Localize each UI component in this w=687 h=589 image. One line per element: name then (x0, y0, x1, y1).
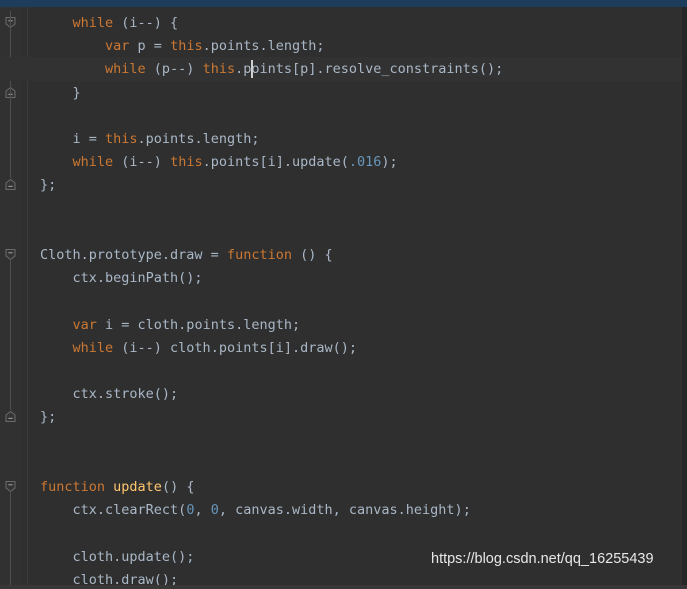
code-token: .points.length; (202, 38, 325, 55)
code-line[interactable]: while (i--) cloth.points[i].draw(); (0, 336, 682, 360)
code-line[interactable]: function update() { (0, 475, 682, 499)
editor-bottom-edge (0, 585, 687, 589)
code-token: .points.length; (137, 131, 260, 147)
code-line[interactable]: }; (0, 405, 682, 429)
code-line[interactable] (0, 359, 682, 383)
code-line-text: var i = cloth.points.length; (40, 313, 301, 337)
code-line-text: ctx.stroke(); (40, 382, 179, 406)
code-token: .016 (348, 154, 382, 171)
code-line[interactable] (0, 220, 682, 244)
code-token: (i--) { (113, 15, 179, 31)
text-caret (251, 60, 254, 79)
code-token: var (105, 38, 130, 55)
code-line-text: function update() { (40, 475, 194, 499)
code-line-text: while (i--) this.points[i].update(.016); (40, 150, 398, 174)
code-token: this (170, 38, 203, 55)
code-line[interactable] (0, 289, 682, 313)
code-line[interactable] (0, 452, 682, 476)
code-line[interactable]: }; (0, 173, 682, 197)
code-line[interactable]: ctx.clearRect(0, 0, canvas.width, canvas… (0, 498, 682, 522)
code-token: , canvas.width, canvas.height); (218, 502, 471, 519)
code-token: (i--) cloth.points[i].draw(); (113, 339, 357, 356)
code-token: , (194, 502, 211, 519)
code-line-text: ctx.beginPath(); (40, 266, 203, 290)
code-line-current[interactable]: while (p--) this.points[p].resolve_const… (0, 57, 682, 82)
code-token: }; (40, 177, 57, 194)
code-line[interactable]: ctx.stroke(); (0, 382, 682, 406)
code-line-text: while (i--) cloth.points[i].draw(); (40, 336, 357, 360)
code-token: ctx.beginPath(); (72, 270, 203, 287)
title-bar-strip (0, 0, 687, 7)
code-line-text: var p = this.points.length; (40, 34, 325, 58)
code-line-text: ctx.clearRect(0, 0, canvas.width, canvas… (40, 498, 471, 522)
code-token: function (40, 479, 106, 495)
code-line[interactable]: while (i--) this.points[i].update(.016); (0, 150, 682, 174)
code-token: cloth.update(); (72, 548, 195, 565)
code-line-text: }; (40, 405, 56, 429)
code-token: () { (291, 247, 333, 263)
code-token: 0 (210, 502, 219, 519)
code-line-text: while (i--) { (40, 11, 179, 35)
code-token: .points[p].resolve_constraints(); (235, 61, 504, 78)
code-token: }; (40, 409, 57, 426)
code-line[interactable]: ctx.beginPath(); (0, 266, 682, 290)
code-line-text: cloth.update(); (40, 545, 195, 569)
code-line-text: }; (40, 173, 56, 197)
code-line-text: while (p--) this.points[p].resolve_const… (40, 57, 503, 81)
code-token: function (226, 247, 292, 263)
code-token: p = (129, 38, 171, 55)
code-editor-area[interactable]: while (i--) { var p = this.points.length… (0, 7, 682, 588)
code-line[interactable]: } (0, 81, 682, 105)
code-token: ctx.clearRect( (72, 502, 187, 519)
code-line[interactable]: var i = cloth.points.length; (0, 313, 682, 337)
code-line[interactable] (0, 197, 682, 221)
code-line[interactable]: while (i--) { (0, 11, 682, 35)
vertical-scrollbar[interactable] (682, 7, 687, 589)
code-token: () { (161, 479, 195, 495)
code-token: (i--) (113, 154, 171, 171)
code-line[interactable] (0, 429, 682, 453)
code-token: } (72, 84, 81, 101)
code-line[interactable]: i = this.points.length; (0, 127, 682, 151)
code-token: this (170, 154, 203, 171)
code-token: while (72, 15, 114, 31)
code-token: this (105, 131, 138, 147)
code-token: while (105, 61, 146, 78)
code-line[interactable]: Cloth.prototype.draw = function () { (0, 243, 682, 267)
code-token: update (113, 479, 162, 495)
code-token: ctx.stroke(); (72, 386, 179, 403)
code-token: .points[i].update( (202, 154, 349, 171)
code-token: i = (72, 131, 106, 147)
code-line[interactable]: var p = this.points.length; (0, 34, 682, 58)
code-line[interactable] (0, 104, 682, 128)
code-token: this (202, 61, 236, 78)
code-token: while (72, 154, 114, 171)
code-line-text: Cloth.prototype.draw = function () { (40, 243, 333, 267)
code-token: while (72, 339, 114, 356)
csdn-watermark: https://blog.csdn.net/qq_16255439 (431, 551, 654, 567)
code-line-text: i = this.points.length; (40, 127, 260, 151)
code-editor-window: while (i--) { var p = this.points.length… (0, 0, 687, 589)
code-token: (p--) (145, 61, 203, 78)
code-line-text: } (40, 81, 81, 105)
code-token: var (72, 316, 97, 333)
code-token: Cloth.prototype.draw = (40, 247, 227, 263)
code-token: ); (381, 154, 398, 171)
code-token: i = cloth.points.length; (96, 316, 301, 333)
code-line[interactable] (0, 521, 682, 545)
